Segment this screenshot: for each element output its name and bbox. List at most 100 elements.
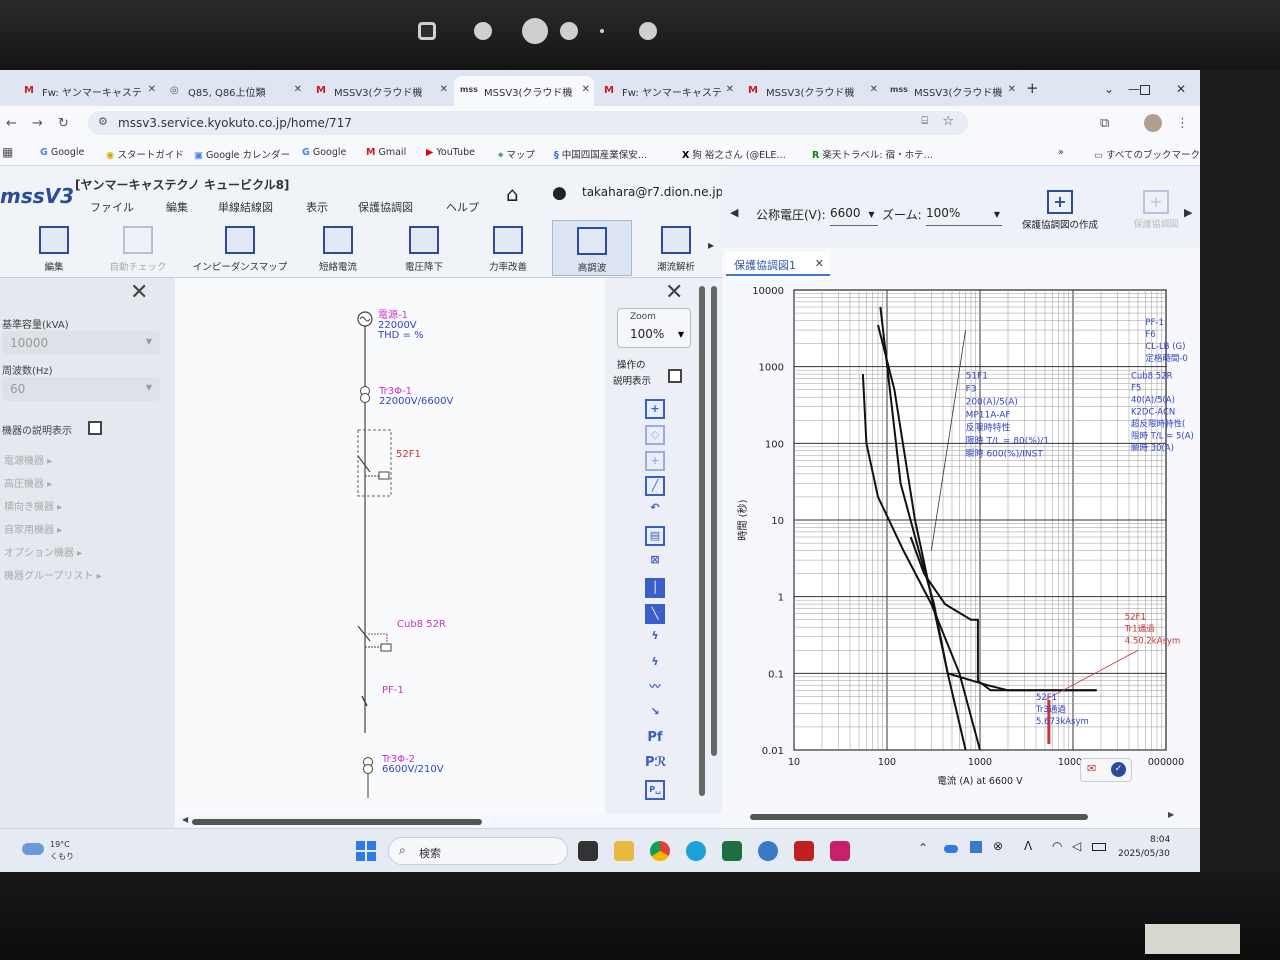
tool-rotate-icon[interactable]: ↶ [645, 500, 665, 520]
minimize-icon[interactable]: — [1128, 82, 1140, 96]
apps-grid-icon[interactable]: ▦ [2, 145, 13, 159]
onedrive-icon[interactable] [944, 845, 958, 853]
tab-coordination-1[interactable]: 保護協調図1 ✕ [726, 252, 830, 276]
reload-icon[interactable]: ↻ [58, 116, 69, 131]
tool-select-icon[interactable]: ◇ [645, 425, 665, 445]
zoom-select[interactable]: 100% ▼ [926, 206, 1002, 226]
new-tab-button[interactable]: + [1026, 79, 1039, 97]
bookmark-gmail[interactable]: M Gmail [366, 147, 406, 158]
tray-chevron-icon[interactable]: ⌃ [918, 841, 928, 855]
clock-date[interactable]: 2025/05/30 [1118, 849, 1170, 859]
op-description-checkbox[interactable] [668, 369, 682, 383]
ribbon-harmonics-button[interactable]: 高調波 [552, 220, 632, 276]
category-horizontal-devices[interactable]: 横向き機器 ▸ [4, 498, 62, 513]
tab-close-icon[interactable]: ✕ [870, 84, 878, 95]
bookmark-x-post[interactable]: X 狗 裕之さん (@ELE… [682, 147, 786, 161]
tool-vertical-scrollbar-2[interactable] [711, 286, 717, 756]
chart-scroll-right-icon[interactable]: ▶ [1168, 810, 1174, 819]
back-icon[interactable]: ← [6, 116, 17, 131]
tool-split-icon[interactable]: │ [645, 578, 665, 598]
browser-tab-1[interactable]: M Fw: ヤンマーキャステ ✕ [18, 76, 160, 106]
clock-time[interactable]: 8:04 [1150, 835, 1170, 845]
tool-pf-icon[interactable]: Pf [645, 730, 665, 750]
browser-tab-3[interactable]: M MSSV3(クラウド機 ✕ [310, 76, 452, 106]
excel-icon[interactable] [722, 841, 742, 861]
nominal-voltage-select[interactable]: 6600 ▼ [830, 206, 878, 226]
edge-icon[interactable] [686, 841, 706, 861]
close-window-icon[interactable]: ✕ [1176, 82, 1186, 96]
ribbon-short-circuit-button[interactable]: 短絡電流 [298, 220, 378, 276]
bookmark-youtube[interactable]: ▶ YouTube [426, 147, 475, 158]
windows-start-icon[interactable] [356, 841, 376, 861]
chrome-icon[interactable] [650, 841, 670, 861]
menu-protection-coordination[interactable]: 保護協調図 [358, 199, 413, 215]
ribbon-voltage-drop-button[interactable]: 電圧降下 [384, 220, 464, 276]
tab-close-icon[interactable]: ✕ [148, 84, 156, 95]
close-panel-icon[interactable]: ✕ [130, 280, 148, 305]
all-bookmarks-folder[interactable]: ▭ すべてのブックマーク [1094, 147, 1200, 161]
tab-close-icon[interactable]: ✕ [440, 84, 448, 95]
maximize-icon[interactable] [1140, 85, 1150, 95]
app-red-icon[interactable] [794, 841, 814, 861]
tab-search-chevron-icon[interactable]: ⌄ [1104, 82, 1114, 96]
tool-zoom-select[interactable]: Zoom 100% ▼ [617, 308, 691, 348]
browser-menu-icon[interactable]: ⋮ [1176, 116, 1189, 131]
bookmark-rakuten-travel[interactable]: R 楽天トラベル: 宿・ホテ… [812, 147, 933, 161]
bookmark-google-calendar[interactable]: ▣ Google カレンダー [194, 147, 290, 161]
breaker-52f1-icon[interactable] [357, 455, 371, 473]
menu-file[interactable]: ファイル [90, 199, 134, 215]
app-magenta-icon[interactable] [830, 841, 850, 861]
bookmark-google-2[interactable]: G Google [302, 147, 346, 158]
base-capacity-field[interactable]: 10000 ▼ [2, 331, 160, 355]
category-hv-devices[interactable]: 高圧機器 ▸ [4, 475, 52, 490]
ime-icon[interactable]: Λ [1024, 839, 1032, 853]
extensions-icon[interactable]: ⧉ [1100, 116, 1109, 131]
home-icon[interactable]: ⌂ [506, 182, 519, 206]
single-line-diagram-canvas[interactable]: 電源-1 22000V THD = % Tr3Φ-1 22000V/6600V … [175, 278, 605, 813]
category-private-devices[interactable]: 自家用機器 ▸ [4, 521, 62, 536]
task-view-icon[interactable] [578, 841, 598, 861]
ribbon-power-flow-button[interactable]: 潮流解析 [636, 220, 716, 276]
bookmark-chugoku-shikoku[interactable]: § 中国四国産業保安… [554, 147, 647, 161]
browser-tab-4-active[interactable]: mss MSSV3(クラウド機 ✕ [454, 76, 594, 106]
tab-close-icon[interactable]: ✕ [294, 84, 302, 95]
file-explorer-icon[interactable] [614, 841, 634, 861]
scroll-right-icon[interactable]: ▶ [1184, 206, 1192, 219]
tool-pr-icon[interactable]: Pℛ [645, 755, 667, 775]
chart-horizontal-scrollbar[interactable] [750, 814, 1088, 820]
close-tool-panel-icon[interactable]: ✕ [665, 280, 683, 305]
scroll-left-icon[interactable]: ◀ [730, 206, 738, 219]
create-coordination-button[interactable]: + 保護協調図の作成 [1018, 190, 1102, 240]
tool-diagonal-icon[interactable]: ╲ [645, 604, 665, 624]
tray-close-icon[interactable]: ⊗ [993, 839, 1003, 853]
tool-fault-2-icon[interactable]: ϟ [645, 654, 665, 674]
tool-fault-icon[interactable]: ϟ [645, 628, 665, 648]
category-power-devices[interactable]: 電源機器 ▸ [4, 452, 52, 467]
diagram-scroll-left-icon[interactable]: ◀ [182, 815, 188, 824]
bookmark-google[interactable]: G Google [40, 147, 84, 158]
speaker-icon[interactable]: ◁ [1072, 839, 1081, 853]
browser-tab-7[interactable]: mss MSSV3(クラウド機 ✕ [884, 76, 1020, 106]
transformer-1-icon[interactable] [360, 393, 370, 403]
check-circle-icon[interactable]: ✓ [1111, 762, 1126, 777]
site-info-icon[interactable]: ⚙ [98, 115, 108, 128]
bookmark-star-icon[interactable]: ☆ [942, 114, 954, 129]
url-field[interactable]: ⚙ mssv3.service.kyokuto.co.jp/home/717 ☆… [88, 111, 968, 135]
taskbar-search-box[interactable]: ⌕ 検索 [388, 837, 568, 865]
tool-ground-fault-icon[interactable]: 〰 [645, 679, 665, 699]
menu-single-line-diagram[interactable]: 単線結線図 [218, 199, 273, 215]
transformer-2-icon[interactable] [363, 764, 373, 774]
browser-tab-6[interactable]: M MSSV3(クラウド機 ✕ [742, 76, 882, 106]
tool-ungroup-icon[interactable]: ⊠ [645, 552, 665, 572]
translate-icon[interactable]: ⌸ [921, 114, 928, 128]
bookmark-start-guide[interactable]: ◉ スタートガイド [106, 147, 184, 161]
bookmarks-overflow-button[interactable]: » [1058, 147, 1064, 158]
browser-tab-5[interactable]: M Fw: ヤンマーキャステ ✕ [598, 76, 738, 106]
ribbon-edit-button[interactable]: 編集 [14, 220, 94, 276]
app-icon[interactable] [758, 841, 778, 861]
ribbon-scroll-right-icon[interactable]: ▸ [708, 238, 714, 252]
ribbon-impedance-map-button[interactable]: インピーダンスマップ [188, 220, 292, 276]
tool-arrow-fault-icon[interactable]: ↘ [645, 704, 665, 724]
tab-close-icon[interactable]: ✕ [1008, 84, 1016, 95]
protection-coordination-chart[interactable]: 1000010001001010.10.0110 100 1000 10000 0000… [722, 278, 1200, 818]
